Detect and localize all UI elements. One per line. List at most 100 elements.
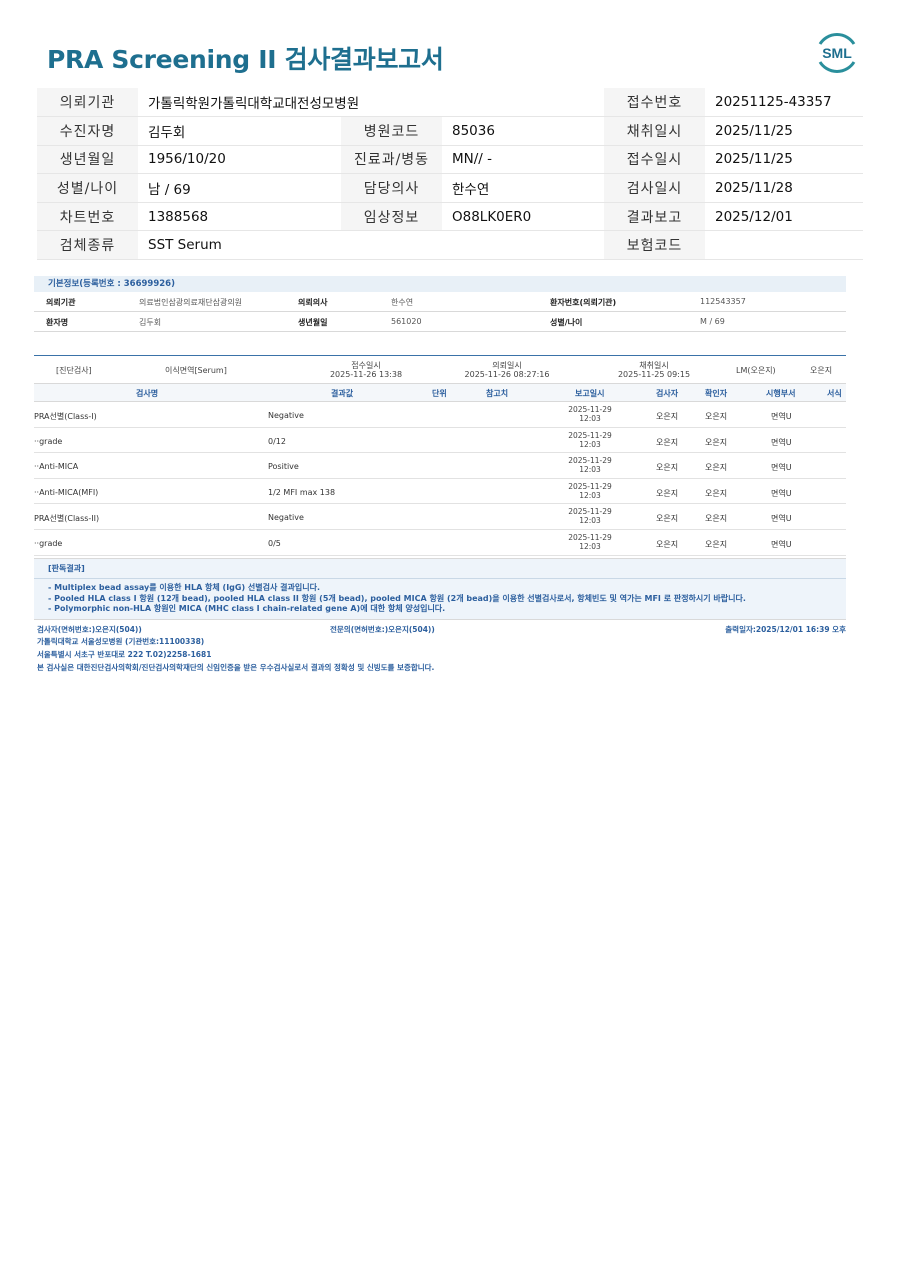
diag-column-headers: 검사명 결과값 단위 참고치 보고일시 검사자 확인자 시행부서 서식 (34, 384, 846, 402)
report-datetime: 2025-11-29 12:03 (560, 456, 620, 474)
basic-value: 112543357 (700, 297, 746, 306)
header-row: 차트번호 1388568 임상정보 O88LK0ER0 결과보고 2025/12/01 (37, 202, 863, 232)
header-row: 성별/나이 남 / 69 담당의사 한수연 검사일시 2025/11/28 (37, 173, 863, 203)
dept-name: 면역U (771, 437, 792, 447)
header-label: 병원코드 (341, 116, 442, 146)
checker-name: 오은지 (705, 514, 728, 524)
footer-tester: 검사자(면허번호:)오은지(504)) (37, 625, 142, 634)
basic-info-section: 기본정보(등록번호 : 36699926) 의뢰기관 의료법인삼광의료재단삼광의… (34, 276, 846, 332)
report-date: 2025-11-29 (568, 456, 612, 466)
tester-name: 오은지 (656, 437, 679, 447)
header-label: 수진자명 (37, 116, 138, 146)
report-time: 12:03 (579, 490, 601, 500)
header-row: 수진자명 김두회 병원코드 85036 채취일시 2025/11/25 (37, 116, 863, 146)
report-date: 2025-11-29 (568, 405, 612, 414)
report-datetime: 2025-11-29 12:03 (560, 533, 620, 551)
header-value: 85036 (442, 116, 604, 146)
tester-name: 오은지 (656, 488, 679, 498)
tester-name: 오은지 (656, 463, 679, 473)
judgement-line: - Pooled HLA class I 항원 (12개 bead), pool… (48, 593, 746, 603)
diagnostic-results-table: [진단검사] 이식면역[Serum] 접수일시 2025-11-26 13:38… (34, 355, 846, 556)
report-date: 2025-11-29 (568, 481, 612, 491)
header-value: 2025/11/25 (705, 116, 863, 146)
diag-specimen: 이식면역[Serum] (165, 366, 227, 375)
header-value: 1388568 (138, 202, 341, 232)
req-value: 2025-11-26 08:27:16 (464, 370, 550, 379)
table-row: PRA선별(Class-II) Negative 오은지 오은지 면역U 2025-11-… (34, 504, 846, 530)
header-label: 생년월일 (37, 145, 138, 175)
result-value: Negative (268, 513, 304, 523)
footer-printed: 출력일자:2025/12/01 16:39 오후 (725, 625, 846, 634)
test-name: PRA선별(Class-II) (34, 514, 100, 524)
footer-institution: 가톨릭대학교 서울성모병원 (기관번호:11100338) (37, 637, 205, 646)
report-time: 12:03 (579, 541, 601, 551)
tester-name: 오은지 (656, 539, 679, 549)
tester-name: 오은지 (656, 514, 679, 524)
header-row: 의뢰기관 가톨릭학원가톨릭대학교대전성모병원 접수번호 20251125-43357 (37, 88, 863, 118)
header-label: 담당의사 (341, 173, 442, 203)
report-time: 12:03 (579, 465, 601, 475)
result-value: 0/5 (268, 538, 281, 548)
basic-value: M / 69 (700, 317, 725, 326)
header-value: 가톨릭학원가톨릭대학교대전성모병원 (138, 88, 604, 118)
header-value: 한수연 (442, 173, 604, 203)
col-header: 참고치 (486, 389, 509, 398)
lm-person: LM(오은지) (736, 366, 776, 375)
coll-value: 2025-11-25 09:15 (617, 370, 691, 379)
result-value: 1/2 MFI max 138 (268, 487, 336, 497)
report-datetime: 2025-11-29 12:03 (560, 405, 620, 423)
checker-name: 오은지 (705, 488, 728, 498)
recv-value: 2025-11-26 13:38 (329, 370, 403, 379)
header-row: 생년월일 1956/10/20 진료과/병동 MN// - 접수일시 2025/11/25 (37, 145, 863, 175)
header-label: 결과보고 (604, 202, 705, 232)
report-time: 12:03 (579, 414, 601, 423)
footer-specialist: 전문의(면허번호:)오은지(504)) (330, 625, 435, 634)
judgement-line: - Polymorphic non-HLA 항원인 MICA (MHC clas… (48, 604, 446, 613)
table-row: ··grade 0/12 오은지 오은지 면역U 2025-11-29 12:03 (34, 428, 846, 454)
report-title: PRA Screening II 검사결과보고서 (47, 45, 444, 74)
col-header: 검사명 (136, 389, 159, 398)
basic-key: 생년월일 (298, 318, 328, 327)
logo-text: SML (822, 45, 852, 61)
header-label: 채취일시 (604, 116, 705, 146)
table-row: ··grade 0/5 오은지 오은지 면역U 2025-11-29 12:03 (34, 530, 846, 556)
basic-key: 의뢰기관 (46, 298, 76, 307)
judgement-line: - Multiplex bead assay를 이용한 HLA 항체 (IgG)… (48, 583, 320, 592)
header-value (705, 230, 863, 261)
header-label: 진료과/병동 (341, 145, 442, 175)
dept-name: 면역U (771, 488, 792, 498)
diag-kind: [진단검사] (56, 366, 92, 375)
header-value: 김두회 (138, 116, 341, 146)
judgement-section: [판독결과] - Multiplex bead assay를 이용한 HLA 항… (34, 558, 846, 620)
header-label: 성별/나이 (37, 173, 138, 203)
basic-value: 김두회 (139, 318, 162, 327)
header-value: 2025/11/28 (705, 173, 863, 203)
checker-name: 오은지 (705, 539, 728, 549)
result-value: Positive (268, 462, 299, 472)
judgement-title: [판독결과] (34, 559, 846, 579)
col-header: 단위 (432, 389, 447, 398)
basic-info-row: 의뢰기관 의료법인삼광의료재단삼광의원 의뢰의사 한수연 환자번호(의뢰기관) … (34, 292, 846, 312)
header-value: O88LK0ER0 (442, 202, 604, 232)
checker-name: 오은지 (705, 463, 728, 473)
header-value: SST Serum (138, 230, 604, 261)
header-label: 접수일시 (604, 145, 705, 175)
dept-name: 면역U (771, 514, 792, 524)
header-label: 의뢰기관 (37, 88, 138, 118)
header-value: 남 / 69 (138, 173, 341, 203)
report-datetime: 2025-11-29 12:03 (560, 431, 620, 449)
test-name: ··Anti-MICA (34, 462, 79, 472)
table-row: ··Anti-MICA Positive 오은지 오은지 면역U 2025-11-29 12… (34, 453, 846, 479)
dept-name: 면역U (771, 539, 792, 549)
header-value: 1956/10/20 (138, 145, 341, 175)
footer-address: 서울특별시 서초구 반포대로 222 T.02)2258-1681 (37, 650, 212, 659)
dept-name: 면역U (771, 463, 792, 473)
basic-value: 한수연 (391, 298, 414, 307)
tester-name: 오은지 (656, 412, 679, 421)
basic-key: 의뢰의사 (298, 298, 328, 307)
basic-info-title: 기본정보(등록번호 : 36699926) (34, 276, 846, 292)
col-header: 서식 (827, 389, 842, 398)
col-header: 결과값 (331, 389, 354, 398)
diag-person: 오은지 (810, 366, 833, 375)
report-datetime: 2025-11-29 12:03 (560, 507, 620, 525)
